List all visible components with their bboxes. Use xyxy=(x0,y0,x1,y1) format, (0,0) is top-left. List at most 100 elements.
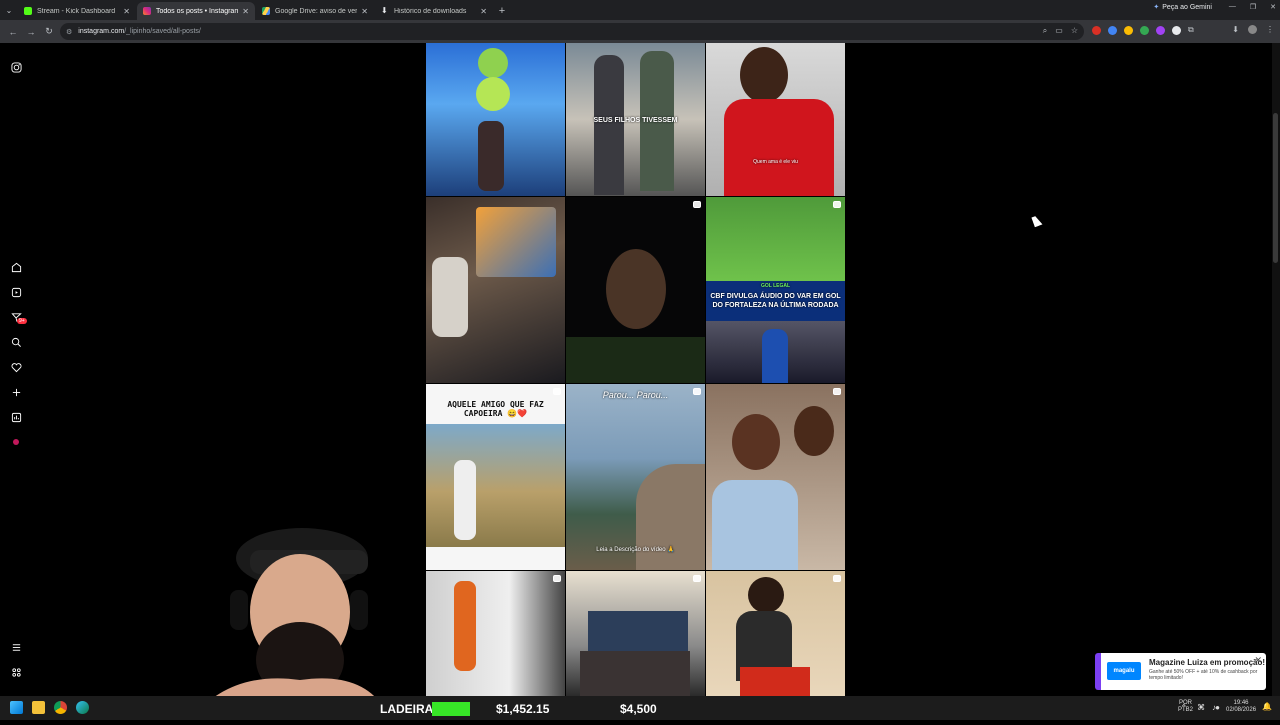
create-plus-icon[interactable] xyxy=(9,385,23,399)
tab-instagram[interactable]: Todos os posts • Instagram ✕ xyxy=(137,2,255,20)
close-icon[interactable]: ✕ xyxy=(123,7,130,16)
reel-icon xyxy=(553,388,561,395)
chrome-icon[interactable] xyxy=(54,701,67,714)
site-info-icon[interactable]: ⚙ xyxy=(66,28,72,36)
extension-icon[interactable] xyxy=(1172,25,1181,35)
reel-icon xyxy=(833,201,841,208)
bookmark-star-icon[interactable]: ☆ xyxy=(1071,26,1078,36)
reels-icon[interactable] xyxy=(9,285,23,299)
tab-kick[interactable]: Stream - Kick Dashboard ✕ xyxy=(18,2,136,20)
overlay-value: $1,452.15 xyxy=(496,701,550,716)
cast-icon[interactable]: ▭ xyxy=(1055,26,1063,36)
saved-posts-grid: SEUS FILHOS TIVESSEM Quem ama é ele viu … xyxy=(426,43,846,696)
instagram-sidebar: 9+ xyxy=(0,43,32,696)
browser-toolbar: ← → ↻ ⚙ instagram.com/_lipinho/saved/all… xyxy=(0,20,1280,43)
input-language[interactable]: POR PTB2 xyxy=(1178,700,1193,714)
keyboard-layout: PTB2 xyxy=(1178,707,1194,713)
instagram-icon xyxy=(143,7,151,15)
wifi-icon[interactable]: ◔ xyxy=(1198,703,1203,712)
post-thumbnail[interactable]: Quem ama é ele viu xyxy=(706,43,845,196)
tab-title: Stream - Kick Dashboard xyxy=(37,7,116,15)
close-icon[interactable]: ✕ xyxy=(1254,655,1262,666)
overlay-progress-bar xyxy=(432,701,470,716)
clock-time: 19:46 xyxy=(1233,700,1249,706)
webcam-overlay xyxy=(190,520,390,720)
page-scrollbar[interactable] xyxy=(1272,43,1280,696)
post-thumbnail[interactable]: AQUELE AMIGO QUE FAZ CAPOEIRA 😄❤️ xyxy=(426,384,565,570)
taskbar-clock[interactable]: 19:46 02/08/2026 xyxy=(1226,700,1256,714)
post-thumbnail[interactable] xyxy=(566,197,705,383)
edge-icon[interactable] xyxy=(76,701,89,714)
close-icon[interactable]: ✕ xyxy=(242,7,249,16)
extension-icon[interactable] xyxy=(1156,25,1165,35)
mouse-cursor xyxy=(1031,214,1043,228)
reel-icon xyxy=(833,575,841,582)
windows-start-icon[interactable] xyxy=(10,701,23,714)
post-thumbnail[interactable] xyxy=(426,571,565,696)
volume-icon[interactable]: ♪ xyxy=(1212,703,1216,712)
home-icon[interactable] xyxy=(9,260,23,274)
post-caption-overlay: CBF DIVULGA ÁUDIO DO VAR EM GOL DO FORTA… xyxy=(710,293,841,309)
reload-icon[interactable]: ↻ xyxy=(40,26,58,37)
tab-downloads[interactable]: ⬇ Histórico de downloads ✕ xyxy=(375,2,493,20)
extension-icon[interactable] xyxy=(1140,25,1149,35)
close-icon[interactable]: ✕ xyxy=(480,7,487,16)
notification-badge: 9+ xyxy=(17,318,27,324)
scrollbar-thumb[interactable] xyxy=(1273,113,1278,263)
dashboard-icon[interactable] xyxy=(9,410,23,424)
tab-title: Google Drive: aviso de verificaç xyxy=(275,7,358,15)
heart-notifications-icon[interactable] xyxy=(9,360,23,374)
language-code: POR xyxy=(1179,700,1193,706)
post-thumbnail[interactable]: Parou... Parou... Leia a Descrição do ví… xyxy=(566,384,705,570)
notification-bell-icon[interactable]: 🔔 xyxy=(1262,702,1272,711)
menu-kebab-icon[interactable]: ⋮ xyxy=(1266,25,1274,34)
stream-goal-overlay: LADEIRA $1,452.15 $4,500 xyxy=(380,699,680,718)
extension-icon[interactable] xyxy=(1108,25,1117,35)
profile-avatar[interactable] xyxy=(9,435,23,449)
post-thumbnail[interactable] xyxy=(706,384,845,570)
file-explorer-icon[interactable] xyxy=(32,701,45,714)
overlay-goal: $4,500 xyxy=(620,701,657,716)
tab-google-drive[interactable]: Google Drive: aviso de verificaç ✕ xyxy=(256,2,374,20)
gemini-button[interactable]: ✦ Peça ao Gemini xyxy=(1153,3,1212,12)
gemini-label: Peça ao Gemini xyxy=(1162,3,1212,11)
downloads-icon[interactable]: ⬇ xyxy=(1232,25,1239,34)
post-tag-overlay: GOL LEGAL xyxy=(760,283,791,289)
post-thumbnail[interactable] xyxy=(426,197,565,383)
back-icon[interactable]: ← xyxy=(4,27,22,37)
new-tab-button[interactable]: + xyxy=(494,3,510,19)
more-menu-icon[interactable] xyxy=(9,640,23,654)
notification-body: Ganhe até 50% OFF + até 10% de cashback … xyxy=(1149,669,1258,681)
close-icon[interactable]: ✕ xyxy=(361,7,368,16)
search-icon[interactable] xyxy=(9,335,23,349)
messages-icon[interactable]: 9+ xyxy=(9,310,27,324)
extensions-puzzle-icon[interactable]: ⧉ xyxy=(1188,25,1194,35)
close-window-icon[interactable]: ✕ xyxy=(1270,3,1276,11)
minimize-icon[interactable]: — xyxy=(1229,3,1236,11)
profile-avatar[interactable] xyxy=(1248,25,1257,34)
restore-icon[interactable]: ❐ xyxy=(1250,3,1256,11)
url-path: /_lipinho/saved/all-posts/ xyxy=(124,28,201,35)
download-icon: ⬇ xyxy=(381,6,388,15)
post-thumbnail[interactable] xyxy=(566,571,705,696)
post-caption-overlay: Parou... Parou... xyxy=(602,390,669,400)
extension-icon[interactable] xyxy=(1092,25,1101,35)
url-domain: instagram.com xyxy=(78,28,125,35)
instagram-logo-icon[interactable] xyxy=(9,60,23,74)
address-bar[interactable]: ⚙ instagram.com/_lipinho/saved/all-posts… xyxy=(60,23,1084,40)
zoom-icon[interactable]: ⌕ xyxy=(1043,26,1047,36)
post-caption-overlay: SEUS FILHOS TIVESSEM xyxy=(593,117,678,124)
reel-icon xyxy=(693,575,701,582)
tab-search-icon[interactable]: ⌄ xyxy=(0,0,18,20)
post-thumbnail[interactable] xyxy=(426,43,565,196)
overlay-label: LADEIRA xyxy=(380,701,434,716)
promo-notification[interactable]: magalu Magazine Luiza em promoção! Ganhe… xyxy=(1095,653,1266,690)
post-thumbnail[interactable]: GOL LEGAL CBF DIVULGA ÁUDIO DO VAR EM GO… xyxy=(706,197,845,383)
tab-title: Histórico de downloads xyxy=(394,7,467,15)
post-thumbnail[interactable] xyxy=(706,571,845,696)
post-thumbnail[interactable]: SEUS FILHOS TIVESSEM xyxy=(566,43,705,196)
extension-icon[interactable] xyxy=(1124,25,1133,35)
forward-icon[interactable]: → xyxy=(22,27,40,37)
kick-icon xyxy=(24,7,32,15)
meta-apps-icon[interactable] xyxy=(9,665,23,679)
